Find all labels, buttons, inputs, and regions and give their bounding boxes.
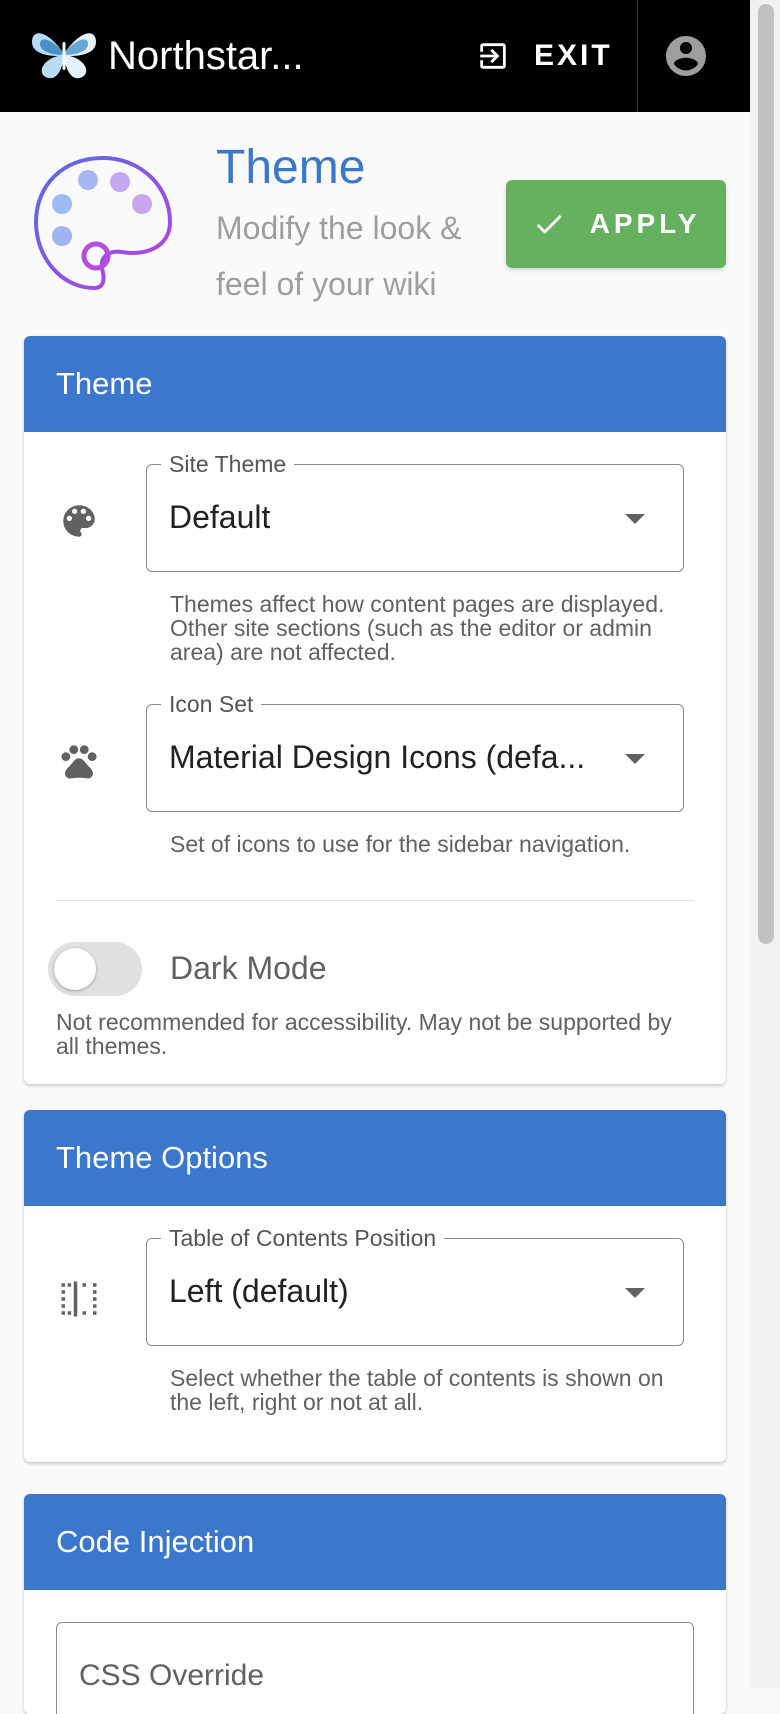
exit-to-app-icon [480, 43, 506, 69]
theme-card: Theme Site Theme Default Themes affect h… [24, 336, 726, 1084]
icon-set-value: Material Design Icons (defa... [169, 739, 586, 775]
apply-button[interactable]: APPLY [506, 180, 726, 268]
site-theme-label: Site Theme [161, 451, 295, 477]
site-theme-value: Default [169, 499, 271, 535]
icon-set-label: Icon Set [161, 691, 262, 717]
theme-options-card-title: Theme Options [24, 1110, 726, 1206]
check-icon [536, 214, 562, 234]
toolbar-divider [637, 0, 638, 112]
paw-icon [61, 745, 97, 779]
top-app-bar: Northstar... EXIT [0, 0, 750, 112]
chevron-down-icon [625, 1288, 645, 1298]
theme-card-title: Theme [24, 336, 726, 432]
toc-position-label: Table of Contents Position [161, 1225, 445, 1251]
toc-position-select[interactable]: Table of Contents Position Left (default… [146, 1225, 684, 1346]
toc-position-hint: Select whether the table of contents is … [170, 1365, 664, 1415]
toc-position-value: Left (default) [169, 1273, 349, 1309]
site-theme-select[interactable]: Site Theme Default [146, 451, 684, 572]
dark-mode-hint: Not recommended for accessibility. May n… [56, 1009, 672, 1059]
table-of-contents-position-icon [61, 1281, 97, 1317]
toggle-knob [54, 948, 96, 990]
butterfly-logo-icon[interactable] [28, 24, 100, 84]
dark-mode-toggle[interactable] [48, 942, 142, 996]
icon-set-select[interactable]: Icon Set Material Design Icons (defa... [146, 691, 684, 812]
exit-button[interactable]: EXIT [476, 30, 613, 82]
code-injection-card: Code Injection CSS Override [24, 1494, 726, 1714]
site-title[interactable]: Northstar... [108, 28, 304, 84]
scrollbar-thumb[interactable] [758, 4, 774, 944]
site-theme-hint: Themes affect how content pages are disp… [170, 591, 665, 665]
code-injection-card-title: Code Injection [24, 1494, 726, 1590]
chevron-down-icon [625, 754, 645, 764]
page-subtitle: Modify the look & feel of your wiki [216, 210, 462, 302]
section-divider [56, 900, 694, 901]
chevron-down-icon [625, 514, 645, 524]
exit-button-label: EXIT [534, 39, 613, 72]
css-override-textarea[interactable]: CSS Override [56, 1622, 694, 1714]
palette-icon [33, 155, 173, 291]
palette-icon [63, 505, 95, 537]
apply-button-label: APPLY [589, 208, 701, 239]
account-circle-icon[interactable] [662, 32, 710, 80]
icon-set-hint: Set of icons to use for the sidebar navi… [170, 831, 631, 857]
dark-mode-label[interactable]: Dark Mode [170, 946, 327, 990]
page-title: Theme [216, 141, 366, 194]
theme-options-card: Theme Options Table of Contents Position… [24, 1110, 726, 1462]
